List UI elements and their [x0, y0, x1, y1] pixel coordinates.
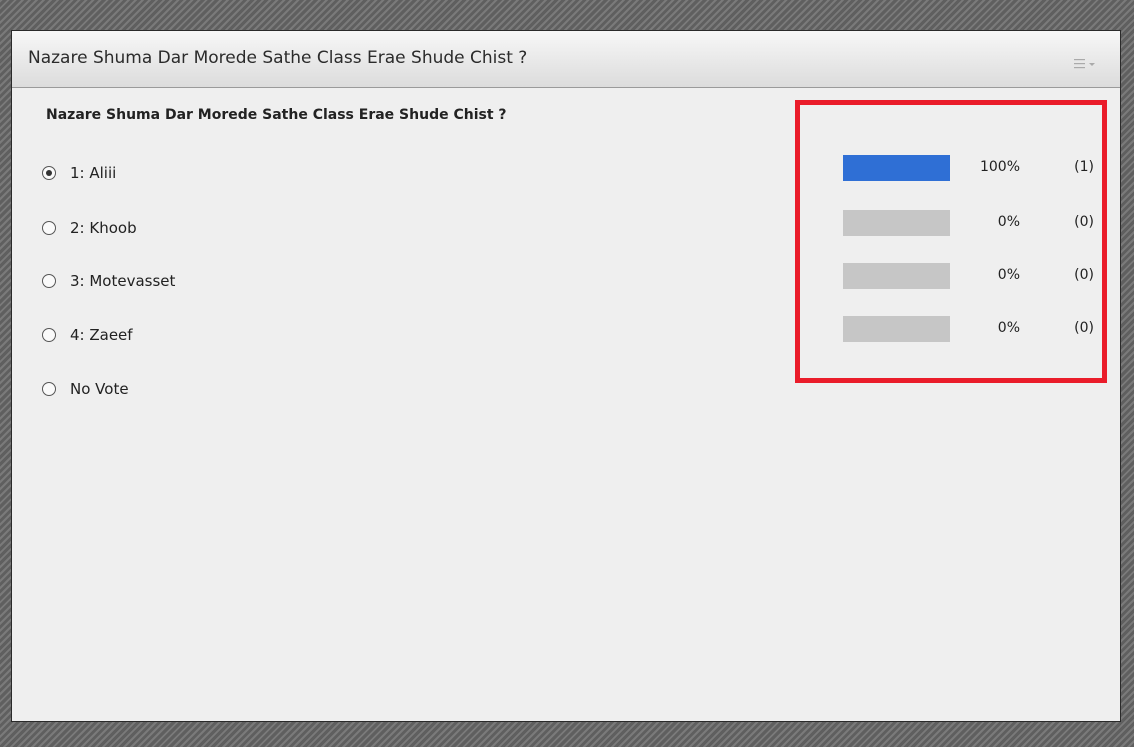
- result-percent: 0%: [997, 214, 1020, 230]
- poll-option-2[interactable]: 2: Khoob: [42, 216, 137, 240]
- options-menu-icon[interactable]: [1074, 55, 1098, 69]
- option-label: 4: Zaeef: [70, 326, 133, 344]
- poll-option-3[interactable]: 3: Motevasset: [42, 269, 175, 293]
- result-count: (0): [1074, 267, 1094, 283]
- result-percent: 0%: [997, 320, 1020, 336]
- pod-title-bar: Nazare Shuma Dar Morede Sathe Class Erae…: [12, 31, 1120, 88]
- result-bar: [843, 155, 950, 181]
- poll-option-1[interactable]: 1: Aliii: [42, 161, 116, 185]
- radio-button[interactable]: [42, 328, 56, 342]
- radio-button[interactable]: [42, 221, 56, 235]
- radio-button[interactable]: [42, 166, 56, 180]
- option-label: 3: Motevasset: [70, 272, 176, 290]
- poll-question: Nazare Shuma Dar Morede Sathe Class Erae…: [46, 107, 507, 123]
- result-count: (0): [1074, 214, 1094, 230]
- option-label: 1: Aliii: [70, 164, 117, 182]
- result-bar-fill: [843, 155, 950, 181]
- result-count: (1): [1074, 159, 1094, 175]
- poll-pod: Nazare Shuma Dar Morede Sathe Class Erae…: [11, 30, 1121, 722]
- radio-button[interactable]: [42, 274, 56, 288]
- radio-selected-dot: [46, 170, 52, 176]
- result-count: (0): [1074, 320, 1094, 336]
- result-row: 0% (0): [800, 210, 1102, 236]
- poll-option-4[interactable]: 4: Zaeef: [42, 323, 133, 347]
- option-label: No Vote: [70, 380, 129, 398]
- result-percent: 100%: [979, 159, 1020, 175]
- result-row: 0% (0): [800, 316, 1102, 342]
- results-highlight-frame: 100% (1) 0% (0) 0% (0) 0% (0): [795, 100, 1107, 383]
- result-bar: [843, 210, 950, 236]
- pod-title: Nazare Shuma Dar Morede Sathe Class Erae…: [28, 48, 528, 68]
- result-row: 0% (0): [800, 263, 1102, 289]
- radio-button[interactable]: [42, 382, 56, 396]
- result-percent: 0%: [997, 267, 1020, 283]
- option-label: 2: Khoob: [70, 219, 137, 237]
- result-bar: [843, 263, 950, 289]
- result-bar: [843, 316, 950, 342]
- poll-option-no-vote[interactable]: No Vote: [42, 377, 129, 401]
- result-row: 100% (1): [800, 155, 1102, 181]
